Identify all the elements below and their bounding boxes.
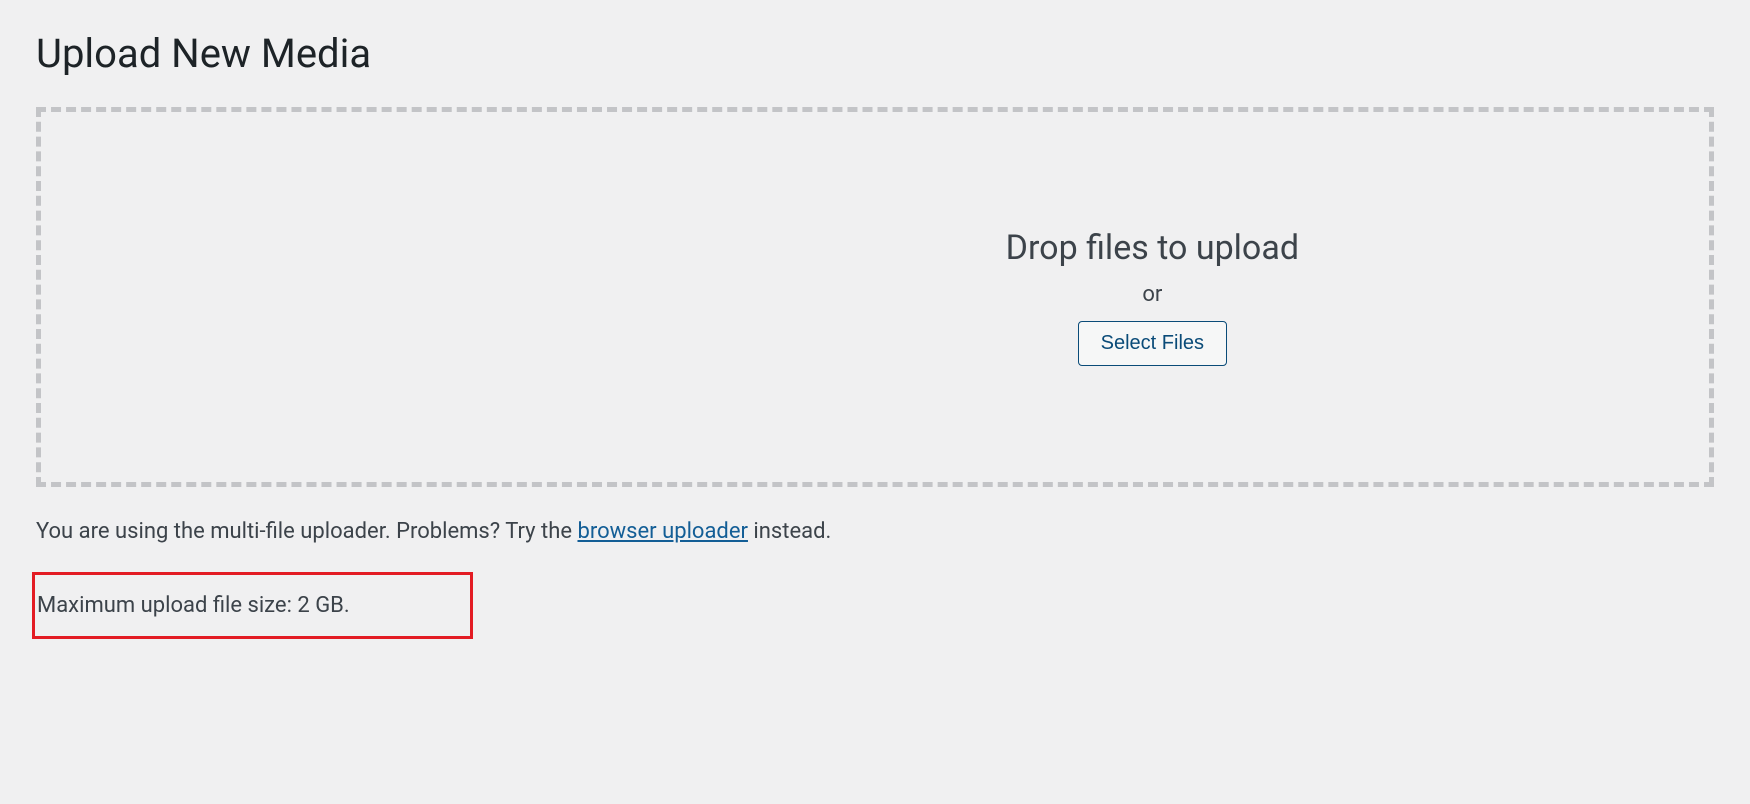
drop-heading: Drop files to upload bbox=[1006, 228, 1299, 268]
uploader-info-post: instead. bbox=[748, 519, 831, 544]
uploader-info-text: You are using the multi-file uploader. P… bbox=[36, 515, 1714, 548]
max-upload-highlight: Maximum upload file size: 2 GB. bbox=[32, 572, 473, 639]
browser-uploader-link[interactable]: browser uploader bbox=[577, 519, 747, 544]
file-drop-zone[interactable]: Drop files to upload or Select Files bbox=[36, 107, 1714, 487]
select-files-button[interactable]: Select Files bbox=[1078, 321, 1227, 366]
uploader-info-pre: You are using the multi-file uploader. P… bbox=[36, 519, 577, 544]
page-title: Upload New Media bbox=[36, 30, 1714, 77]
drop-or-text: or bbox=[1142, 282, 1162, 307]
max-upload-size-text: Maximum upload file size: 2 GB. bbox=[37, 593, 350, 618]
drop-zone-inner: Drop files to upload or Select Files bbox=[1006, 228, 1299, 366]
